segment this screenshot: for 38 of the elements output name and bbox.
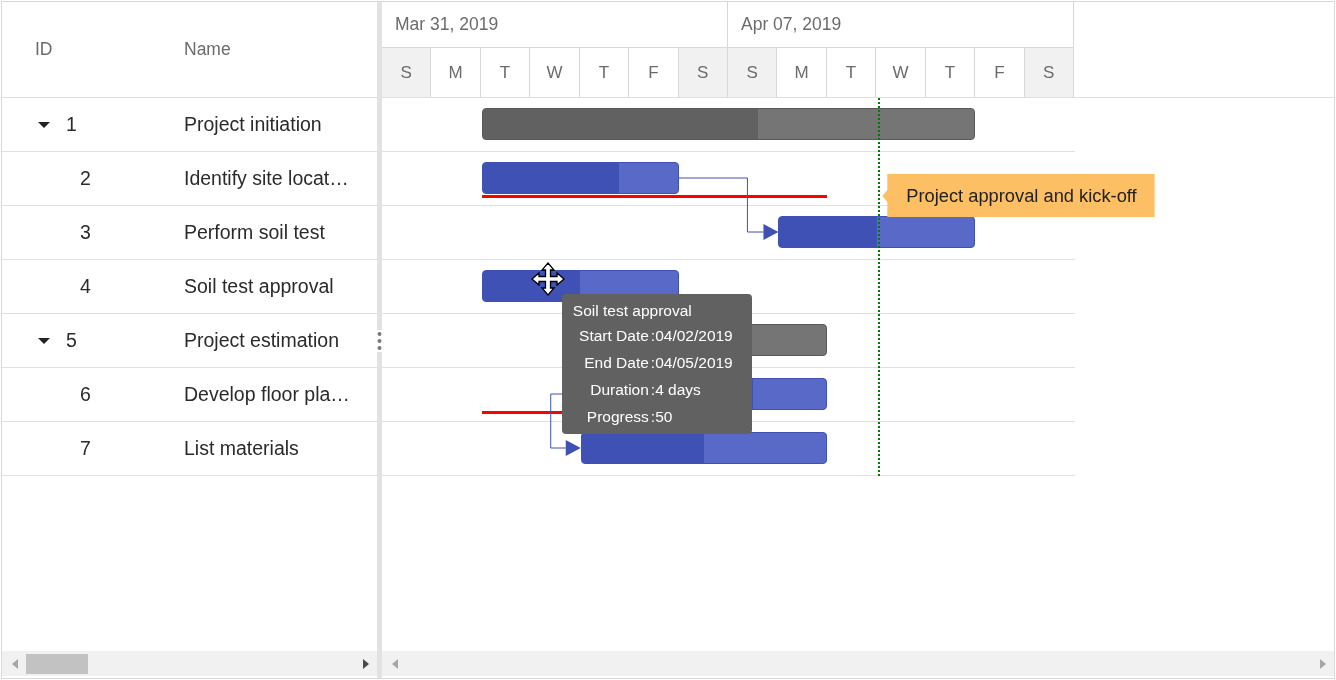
- task-name-cell: Project estimation: [184, 329, 339, 352]
- id-cell: 3: [80, 221, 91, 244]
- task-name-cell: Project initiation: [184, 113, 322, 136]
- scroll-left-icon[interactable]: [392, 658, 398, 669]
- tooltip-value: :04/05/2019: [650, 354, 733, 372]
- move-cursor-icon: [530, 262, 565, 296]
- event-label: Project approval and kick-off: [882, 174, 1155, 217]
- tooltip-label: Duration: [590, 381, 649, 399]
- tooltip-title: Soil test approval: [572, 302, 693, 320]
- tooltip-label: End Date: [584, 354, 649, 372]
- scrollbar-thumb[interactable]: [26, 653, 88, 674]
- column-header[interactable]: ID: [35, 39, 53, 60]
- task-name-cell: Develop floor pla…: [184, 383, 350, 406]
- task-name-cell: List materials: [184, 437, 299, 460]
- id-cell: 6: [80, 383, 91, 406]
- id-cell: 4: [80, 275, 91, 298]
- scroll-left-icon[interactable]: [12, 658, 18, 669]
- id-cell: 2: [80, 167, 91, 190]
- tooltip-label: Start Date: [579, 327, 649, 345]
- day-header-cell: S: [382, 48, 432, 97]
- id-cell: 7: [80, 437, 91, 460]
- id-cell: 5: [66, 329, 77, 352]
- task-name-cell: Identify site locat…: [184, 167, 349, 190]
- tooltip-label: Progress: [586, 408, 649, 426]
- id-cell: 1: [66, 113, 77, 136]
- task-name-cell: Soil test approval: [184, 275, 334, 298]
- resize-handle-icon[interactable]: [377, 330, 382, 352]
- tooltip-value: :4 days: [650, 381, 701, 399]
- scroll-right-icon[interactable]: [363, 658, 369, 669]
- horizontal-scrollbar[interactable]: [2, 651, 377, 676]
- tooltip-value: :04/02/2019: [650, 327, 733, 345]
- day-header-cell: S: [1024, 48, 1073, 97]
- tooltip-value: :50: [650, 408, 673, 426]
- column-header[interactable]: Name: [184, 39, 231, 60]
- horizontal-scrollbar[interactable]: [382, 651, 1334, 676]
- day-header-cell: S: [678, 48, 727, 97]
- day-header-cell: S: [728, 48, 778, 97]
- task-name-cell: Perform soil test: [184, 221, 325, 244]
